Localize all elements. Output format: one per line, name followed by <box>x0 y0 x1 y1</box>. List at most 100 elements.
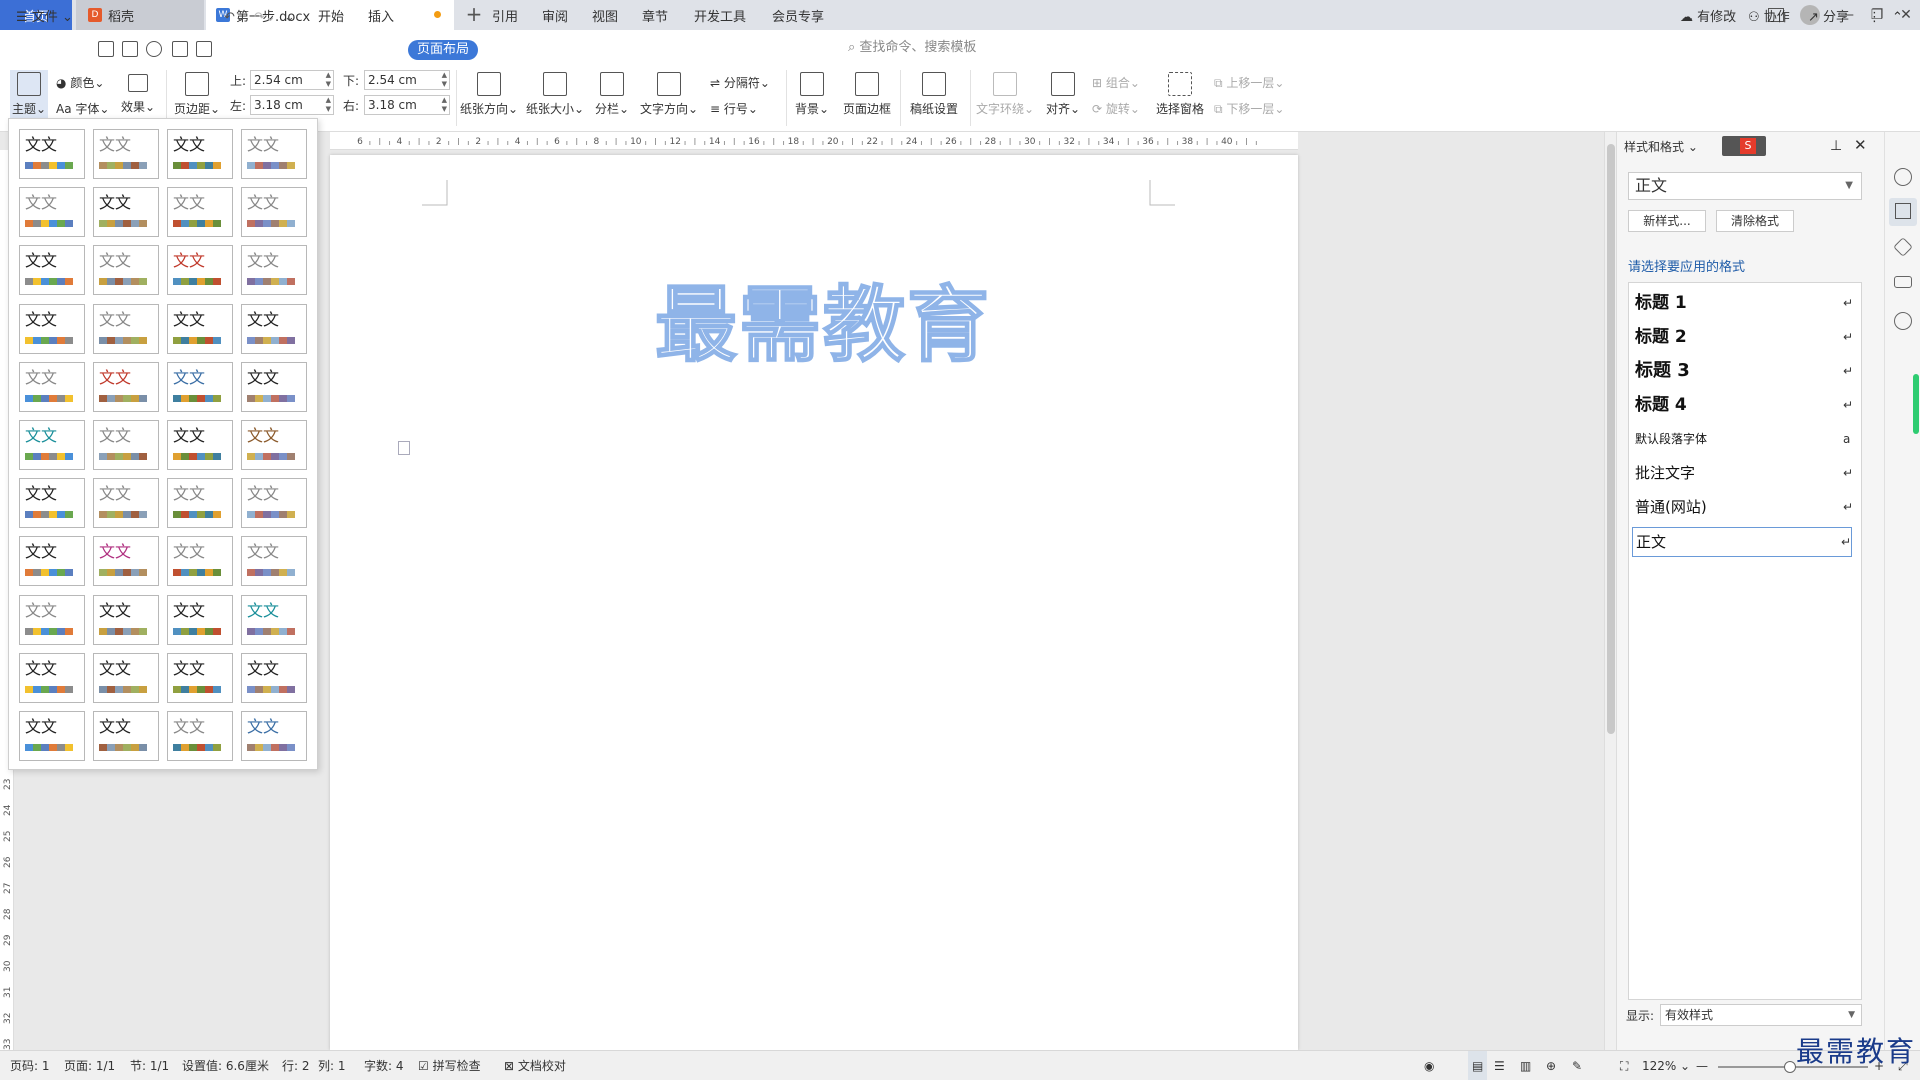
text-wrap-button[interactable]: 文字环绕⌄ <box>976 72 1034 117</box>
left-margin-input[interactable]: 3.18 cm ▲ ▼ <box>250 95 334 115</box>
theme-thumbnail[interactable]: 文文 <box>93 652 159 703</box>
zoom-level[interactable]: 122% <box>1642 1051 1676 1080</box>
clear-format-button[interactable]: 清除格式 <box>1716 210 1794 232</box>
wordart-text[interactable]: 最需教育 <box>654 258 991 377</box>
spinner-icon[interactable]: ▲ ▼ <box>326 71 331 89</box>
horizontal-ruler[interactable]: 6 4 2 2 4 6 8 10 12 14 16 18 20 22 24 26 28 30 32 34 36 38 40 <box>330 132 1298 150</box>
pin-icon[interactable]: ⊥ <box>1830 138 1842 154</box>
group-button[interactable]: ⊞ 组合⌄ <box>1092 74 1140 91</box>
more-tools-icon[interactable]: ⌄ <box>284 0 295 36</box>
theme-thumbnail[interactable]: 文文 <box>93 303 159 354</box>
menu-member[interactable]: 会员专享 <box>772 0 824 36</box>
outline-view-icon[interactable]: ☰ <box>1494 1051 1505 1080</box>
zoom-dropdown-icon[interactable]: ⌄ <box>1680 1051 1690 1080</box>
style-item[interactable]: 标题 3 ↵ <box>1635 357 1855 387</box>
style-item[interactable]: 批注文字 ↵ <box>1635 459 1855 489</box>
new-tab-button[interactable]: + <box>462 3 486 27</box>
scrollbar-thumb[interactable] <box>1607 144 1615 734</box>
menu-start[interactable]: 开始 <box>318 0 344 36</box>
top-margin-input[interactable]: 2.54 cm ▲ ▼ <box>250 70 334 90</box>
margins-button[interactable]: 页边距⌄ <box>174 72 220 117</box>
status-words[interactable]: 字数: 4 <box>364 1051 404 1080</box>
theme-thumbnail[interactable]: 文文 <box>167 536 233 587</box>
theme-thumbnail[interactable]: 文文 <box>93 478 159 529</box>
manuscript-button[interactable]: 稿纸设置 <box>906 72 962 117</box>
menu-view[interactable]: 视图 <box>592 0 618 36</box>
theme-thumbnail[interactable]: 文文 <box>167 245 233 296</box>
status-col[interactable]: 列: 1 <box>318 1051 346 1080</box>
theme-thumbnail[interactable]: 文文 <box>167 594 233 645</box>
theme-thumbnail[interactable]: 文文 <box>93 420 159 470</box>
text-direction-button[interactable]: 文字方向⌄ <box>640 72 698 117</box>
theme-thumbnail[interactable]: 文文 <box>93 536 159 587</box>
theme-thumbnail[interactable]: 文文 <box>19 478 85 529</box>
bottom-margin-input[interactable]: 2.54 cm ▲ ▼ <box>364 70 450 90</box>
break-button[interactable]: ⇌ 分隔符⌄ <box>710 74 770 91</box>
collapse-ribbon-icon[interactable]: ⌃ <box>1892 0 1903 36</box>
orientation-button[interactable]: 纸张方向⌄ <box>460 72 518 117</box>
current-style-select[interactable]: 正文 ▼ <box>1628 172 1862 200</box>
theme-thumbnail[interactable]: 文文 <box>241 361 307 412</box>
paper-size-button[interactable]: 纸张大小⌄ <box>526 72 584 117</box>
menu-insert[interactable]: 插入 <box>368 0 394 36</box>
theme-thumbnail[interactable]: 文文 <box>93 187 159 238</box>
theme-thumbnail[interactable]: 文文 <box>19 536 85 587</box>
theme-thumbnail[interactable]: 文文 <box>241 478 307 529</box>
align-button[interactable]: 对齐⌄ <box>1046 72 1080 117</box>
spinner-icon[interactable]: ▲ ▼ <box>442 96 447 114</box>
status-section[interactable]: 节: 1/1 <box>130 1051 169 1080</box>
theme-thumbnail[interactable]: 文文 <box>19 245 85 296</box>
theme-thumbnail[interactable]: 文文 <box>19 129 85 179</box>
style-pane-toggle[interactable] <box>1889 198 1917 226</box>
color-button[interactable]: ◕ 颜色⌄ <box>56 74 104 91</box>
style-item[interactable]: 普通(网站) ↵ <box>1635 493 1855 523</box>
theme-thumbnail[interactable]: 文文 <box>241 652 307 703</box>
theme-button[interactable]: 主题⌄ <box>10 70 48 122</box>
theme-thumbnail[interactable]: 文文 <box>167 711 233 761</box>
collaborate-button[interactable]: ⚇ 协作 <box>1748 0 1790 36</box>
background-button[interactable]: 背景⌄ <box>792 72 832 117</box>
theme-thumbnail[interactable]: 文文 <box>241 711 307 761</box>
status-setting[interactable]: 设置值: 6.6厘米 <box>182 1051 269 1080</box>
select-object-icon[interactable] <box>1894 168 1912 186</box>
write-view-icon[interactable]: ✎ <box>1572 1051 1582 1080</box>
effect-button[interactable]: 效果⌄ <box>120 74 156 115</box>
proofread-button[interactable]: ⊠ 文档校对 <box>504 1051 566 1080</box>
zoom-slider-thumb[interactable] <box>1784 1061 1796 1073</box>
style-item[interactable]: 标题 2 ↵ <box>1635 323 1855 353</box>
eye-protect-icon[interactable]: ◉ <box>1424 1051 1434 1080</box>
print-icon[interactable] <box>172 41 188 57</box>
menu-references[interactable]: 引用 <box>492 0 518 36</box>
theme-thumbnail[interactable]: 文文 <box>167 187 233 238</box>
web-view-icon[interactable]: ⊕ <box>1546 1051 1556 1080</box>
tab-daoke[interactable]: D 稻壳 <box>76 0 204 30</box>
theme-thumbnail[interactable]: 文文 <box>241 129 307 179</box>
theme-thumbnail[interactable]: 文文 <box>167 361 233 412</box>
side-handle[interactable] <box>1913 374 1919 434</box>
menu-chapter[interactable]: 章节 <box>642 0 668 36</box>
theme-thumbnail[interactable]: 文文 <box>241 187 307 238</box>
spell-check-button[interactable]: ☑ 拼写检查 <box>418 1051 481 1080</box>
theme-thumbnail[interactable]: 文文 <box>241 594 307 645</box>
style-item[interactable]: 标题 4 ↵ <box>1635 391 1855 421</box>
pane-close-icon[interactable]: ✕ <box>1854 136 1867 154</box>
theme-thumbnail[interactable]: 文文 <box>19 361 85 412</box>
font-button[interactable]: Aa 字体⌄ <box>56 100 109 117</box>
theme-thumbnail[interactable]: 文文 <box>19 420 85 470</box>
status-row[interactable]: 行: 2 <box>282 1051 310 1080</box>
paste-options-icon[interactable] <box>398 441 410 455</box>
new-style-button[interactable]: 新样式... <box>1628 210 1706 232</box>
bring-forward-button[interactable]: ⧉ 上移一层⌄ <box>1214 74 1284 91</box>
document-scrollbar[interactable] <box>1604 132 1616 1050</box>
theme-thumbnail[interactable]: 文文 <box>93 711 159 761</box>
menu-developer[interactable]: 开发工具 <box>694 0 746 36</box>
style-item[interactable]: 正文 ↵ <box>1632 527 1852 557</box>
style-item[interactable]: 默认段落字体 a <box>1635 425 1855 455</box>
theme-thumbnail[interactable]: 文文 <box>167 652 233 703</box>
theme-thumbnail[interactable]: 文文 <box>241 245 307 296</box>
settings-slider-icon[interactable] <box>1894 276 1912 288</box>
share-button[interactable]: ↗ 分享 <box>1808 0 1849 36</box>
theme-thumbnail[interactable]: 文文 <box>19 303 85 354</box>
columns-button[interactable]: 分栏⌄ <box>594 72 630 117</box>
zoom-out-icon[interactable]: — <box>1696 1051 1708 1080</box>
